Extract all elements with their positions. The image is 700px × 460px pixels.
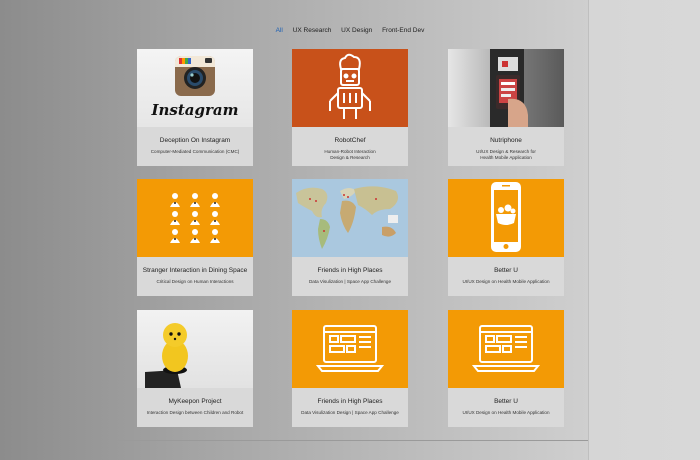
diner-figure-icon xyxy=(170,211,180,225)
card-caption: Friends in High Places Data Visulization… xyxy=(292,257,408,296)
diner-figure-icon xyxy=(190,193,200,207)
project-card-friends-high-places[interactable]: Friends in High Places Data Visulization… xyxy=(292,179,408,296)
card-subtitle: UI/UX Design & Research for Health Mobil… xyxy=(476,149,536,160)
card-subtitle: UI/UX Design on Health Mobile Applicatio… xyxy=(462,279,550,284)
card-subtitle: UI/UX Design on Health Mobile Applicatio… xyxy=(462,410,550,415)
diner-figure-icon xyxy=(210,193,220,207)
card-title: Better U xyxy=(494,267,518,274)
card-caption: Better U UI/UX Design on Health Mobile A… xyxy=(448,388,564,427)
project-card-robotchef[interactable]: RobotChef Human-Robot Interaction Design… xyxy=(292,49,408,166)
card-subtitle: Data Visulization Design | Space App Cha… xyxy=(301,410,399,415)
diners-grid-icon xyxy=(170,193,220,243)
robotchef-thumbnail xyxy=(292,49,408,127)
footer-divider xyxy=(112,440,588,441)
card-title: Friends in High Places xyxy=(317,398,383,405)
card-caption: Better U UI/UX Design on Health Mobile A… xyxy=(448,257,564,296)
card-subtitle: Computer-Mediated Communication (CMC) xyxy=(150,149,240,154)
card-caption: Deception On Instagram Computer-Mediated… xyxy=(137,127,253,166)
project-card-instagram[interactable]: Instagram Deception On Instagram Compute… xyxy=(137,49,253,166)
card-subtitle: Human-Robot Interaction Design & Researc… xyxy=(324,149,376,160)
laptop-icon xyxy=(315,325,385,372)
project-card-friends-high-places-design[interactable]: Friends in High Places Data Visulization… xyxy=(292,310,408,427)
diner-figure-icon xyxy=(190,211,200,225)
project-card-nutriphone[interactable]: Nutriphone UI/UX Design & Research for H… xyxy=(448,49,564,166)
laptop-thumbnail xyxy=(448,310,564,388)
card-title: Nutriphone xyxy=(490,137,522,144)
diner-figure-icon xyxy=(170,193,180,207)
card-title: MyKeepon Project xyxy=(168,398,222,405)
page-edge-line xyxy=(588,0,589,460)
card-caption: RobotChef Human-Robot Interaction Design… xyxy=(292,127,408,166)
stranger-interaction-thumbnail xyxy=(137,179,253,257)
better-u-thumbnail xyxy=(448,179,564,257)
card-title: RobotChef xyxy=(334,137,366,144)
card-caption: Nutriphone UI/UX Design & Research for H… xyxy=(448,127,564,166)
phone-photo-icon xyxy=(490,49,528,127)
svg-text:Instagram: Instagram xyxy=(151,101,239,119)
nutriphone-thumbnail xyxy=(448,49,564,127)
project-card-mykeepon[interactable]: MyKeepon Project Interaction Design betw… xyxy=(137,310,253,427)
card-caption: MyKeepon Project Interaction Design betw… xyxy=(137,388,253,427)
world-map-thumbnail xyxy=(292,179,408,257)
card-title: Friends in High Places xyxy=(317,267,383,274)
smartphone-food-icon xyxy=(491,182,521,252)
instagram-logo-icon: Instagram xyxy=(151,56,239,119)
card-subtitle: Data Visulization | Space App Challenge xyxy=(308,279,392,284)
project-card-better-u[interactable]: Better U UI/UX Design on Health Mobile A… xyxy=(448,179,564,296)
card-caption: Friends in High Places Data Visulization… xyxy=(292,388,408,427)
card-subtitle: Critical Design on Human Interactions xyxy=(156,279,234,284)
keepon-robot-icon xyxy=(145,323,188,388)
card-subtitle: Interaction Design between Children and … xyxy=(146,410,244,415)
card-title: Better U xyxy=(494,398,518,405)
diner-figure-icon xyxy=(210,211,220,225)
laptop-thumbnail xyxy=(292,310,408,388)
project-card-better-u-2[interactable]: Better U UI/UX Design on Health Mobile A… xyxy=(448,310,564,427)
portfolio-filter-nav: All UX Research UX Design Front-End Dev xyxy=(0,27,700,34)
robot-chef-icon xyxy=(329,53,371,119)
card-title: Stranger Interaction in Dining Space xyxy=(142,267,248,274)
project-card-stranger-interaction[interactable]: Stranger Interaction in Dining Space Cri… xyxy=(137,179,253,296)
instagram-thumbnail: Instagram xyxy=(137,49,253,127)
diner-figure-icon xyxy=(190,229,200,243)
card-caption: Stranger Interaction in Dining Space Cri… xyxy=(137,257,253,296)
filter-all[interactable]: All xyxy=(276,27,283,34)
filter-front-end-dev[interactable]: Front-End Dev xyxy=(382,27,424,34)
laptop-icon xyxy=(471,325,541,372)
filter-ux-design[interactable]: UX Design xyxy=(341,27,372,34)
diner-figure-icon xyxy=(210,229,220,243)
diner-figure-icon xyxy=(170,229,180,243)
card-title: Deception On Instagram xyxy=(159,137,231,144)
filter-ux-research[interactable]: UX Research xyxy=(293,27,332,34)
world-map-icon xyxy=(292,179,408,257)
keepon-robot-thumbnail xyxy=(137,310,253,388)
